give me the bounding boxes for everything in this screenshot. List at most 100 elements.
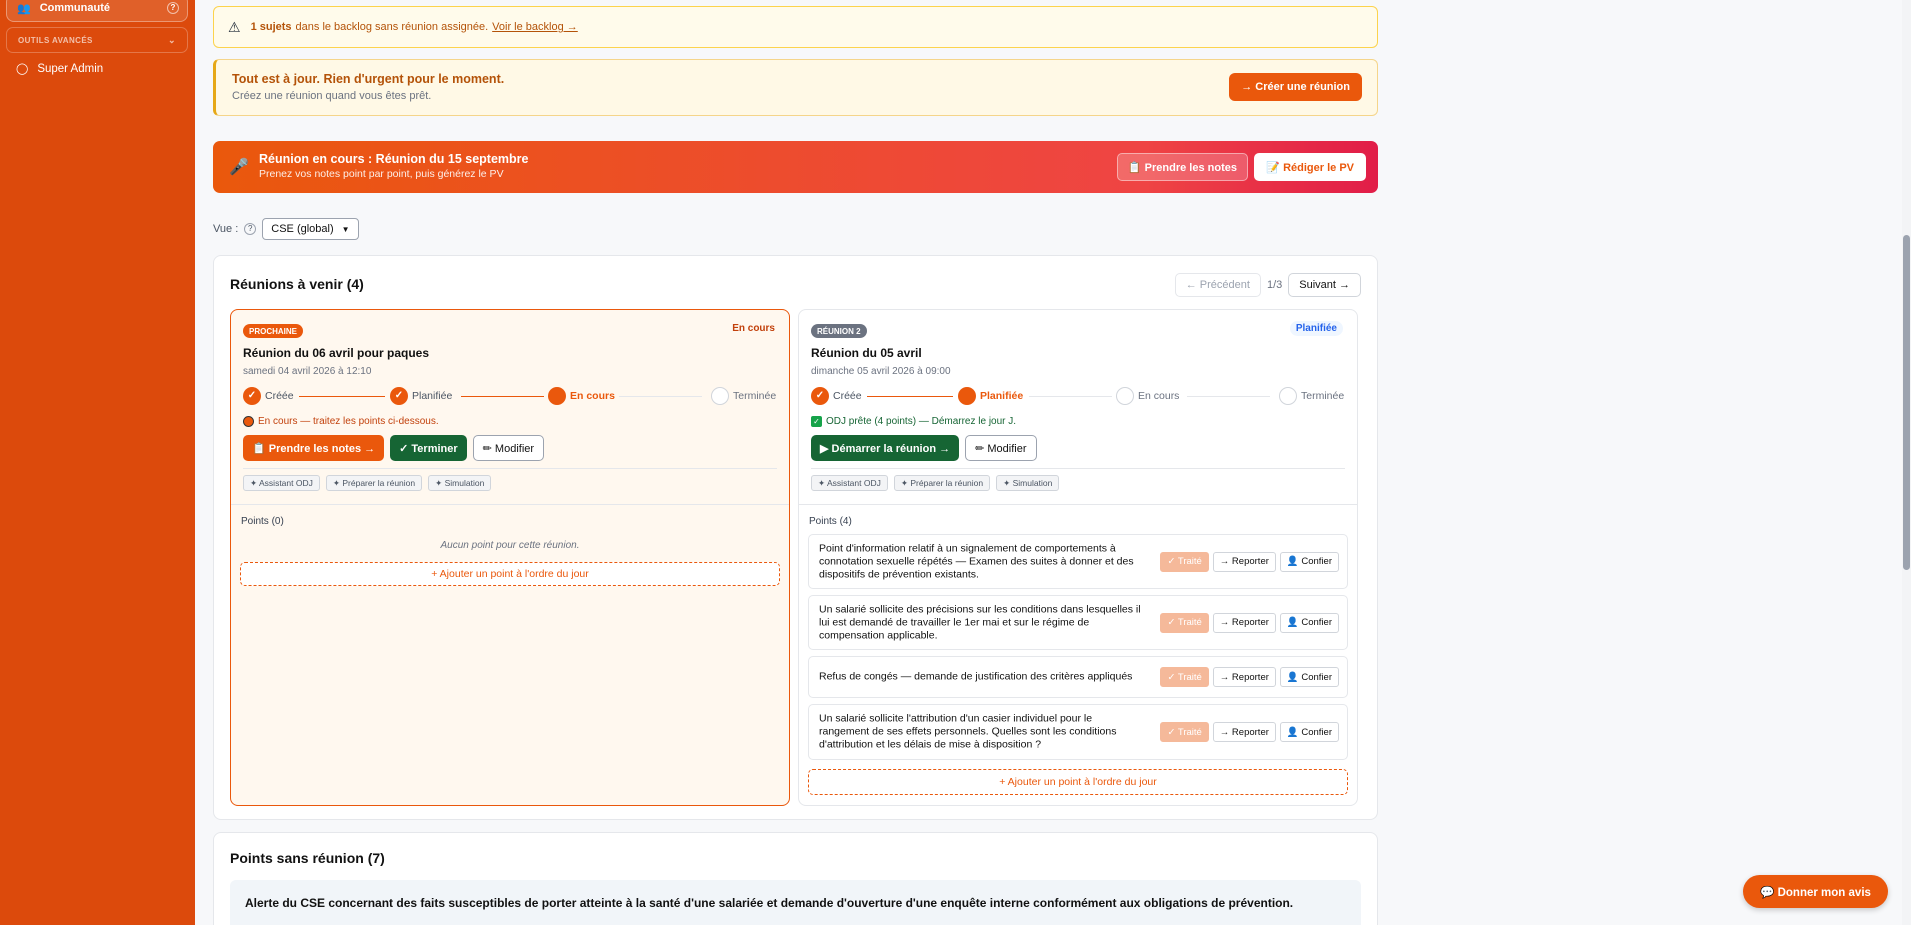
status-badge: En cours	[732, 323, 775, 334]
agenda-point-actions: ✓ Traité → Reporter 👤 Confier	[1160, 612, 1339, 633]
assistant-tools: ✦ Assistant ODJ ✦ Préparer la réunion ✦ …	[243, 475, 492, 491]
agenda-point: Point d'information relatif à un signale…	[808, 534, 1348, 589]
agenda-point-actions: ✓ Traité → Reporter 👤 Confier	[1160, 667, 1339, 687]
agenda-point-text: Refus de congés — demande de justificati…	[819, 670, 1133, 683]
points-title: Points (4)	[809, 516, 852, 527]
assistant-odj-button[interactable]: ✦ Assistant ODJ	[243, 475, 320, 491]
meeting-date: samedi 04 avril 2026 à 12:10	[243, 366, 372, 377]
status-note: En cours — traitez les points ci-dessous…	[243, 416, 439, 427]
users-icon: 👥	[17, 2, 31, 15]
chevron-down-icon: ⌄	[168, 34, 176, 45]
assign-button[interactable]: 👤 Confier	[1279, 612, 1339, 633]
view-filter: Vue : ? CSE (global) ▼	[213, 218, 359, 240]
view-backlog-link[interactable]: Voir le backlog →	[492, 21, 578, 33]
check-icon: ✓	[390, 387, 408, 405]
assign-button[interactable]: 👤 Confier	[1279, 722, 1339, 742]
scrollbar[interactable]	[1902, 0, 1911, 925]
upcoming-title: Réunions à venir (4)	[230, 276, 364, 292]
card-actions: ▶ Démarrer la réunion → ✏ Modifier	[811, 435, 1037, 461]
prepare-meeting-button[interactable]: ✦ Préparer la réunion	[325, 475, 423, 491]
prepare-meeting-button[interactable]: ✦ Préparer la réunion	[893, 475, 991, 491]
microphone-icon: 🎤	[229, 159, 249, 176]
take-notes-button[interactable]: 📋 Prendre les notes →	[243, 435, 385, 461]
start-meeting-button[interactable]: ▶ Démarrer la réunion →	[811, 435, 960, 461]
card-actions: 📋 Prendre les notes → ✓ Terminer ✏ Modif…	[243, 435, 545, 461]
progress-steps: ✓ Créée ✓ Planifiée En cours Terminée	[243, 386, 779, 406]
sidebar-item-communaute[interactable]: 👥 Communauté ?	[6, 0, 188, 22]
agenda-point: Refus de congés — demande de justificati…	[808, 656, 1348, 698]
agenda-point-text: Un salarié sollicite des précisions sur …	[819, 603, 1141, 641]
no-meeting-title: Points sans réunion (7)	[230, 850, 385, 866]
list-item[interactable]: Alerte du CSE concernant des faits susce…	[230, 880, 1361, 925]
sidebar-item-super-admin[interactable]: ◯ Super Admin	[16, 62, 104, 76]
postpone-button[interactable]: → Reporter	[1212, 722, 1276, 742]
step-label: Terminée	[733, 390, 777, 402]
postpone-button[interactable]: → Reporter	[1212, 667, 1276, 687]
simulation-button[interactable]: ✦ Simulation	[428, 475, 492, 491]
main-content: ⚠ 1 sujets dans le backlog sans réunion …	[195, 0, 1911, 925]
checkbox-icon: ✓	[811, 416, 822, 427]
agenda-point: Un salarié sollicite l'attribution d'un …	[808, 704, 1348, 760]
postpone-button[interactable]: → Reporter	[1212, 551, 1276, 572]
current-step-icon	[958, 387, 976, 405]
step-connector	[1187, 396, 1270, 397]
current-step-icon	[548, 387, 566, 405]
step-connector	[619, 396, 702, 397]
agenda-point-text: Point d'information relatif à un signale…	[819, 542, 1134, 580]
meeting-title: Réunion du 06 avril pour paques	[243, 346, 430, 360]
simulation-button[interactable]: ✦ Simulation	[996, 475, 1060, 491]
assistant-odj-button[interactable]: ✦ Assistant ODJ	[811, 475, 888, 491]
feedback-button[interactable]: 💬 Donner mon avis	[1743, 875, 1888, 908]
previous-button[interactable]: ← Précédent	[1174, 273, 1261, 297]
next-button[interactable]: Suivant →	[1288, 273, 1361, 297]
add-point-button[interactable]: + Ajouter un point à l'ordre du jour	[240, 562, 780, 586]
sidebar: 👥 Communauté ? OUTILS AVANCÉS ⌄ ◯ Super …	[0, 0, 195, 925]
agenda-point-text: Un salarié sollicite l'attribution d'un …	[819, 712, 1117, 751]
postpone-button[interactable]: → Reporter	[1212, 612, 1276, 633]
divider	[231, 504, 789, 505]
take-notes-button[interactable]: 📋 Prendre les notes	[1116, 153, 1248, 181]
sidebar-section-advanced-tools[interactable]: OUTILS AVANCÉS ⌄	[6, 27, 188, 53]
mark-treated-button[interactable]: ✓ Traité	[1160, 551, 1209, 572]
points-without-meeting-panel: Points sans réunion (7) Alerte du CSE co…	[213, 832, 1378, 925]
help-icon[interactable]: ?	[167, 2, 179, 14]
assign-button[interactable]: 👤 Confier	[1279, 551, 1339, 572]
help-icon[interactable]: ?	[244, 223, 257, 235]
chevron-down-icon: ▼	[341, 224, 350, 234]
step-label: En cours	[1138, 390, 1180, 402]
agenda-point-actions: ✓ Traité → Reporter 👤 Confier	[1160, 722, 1339, 742]
create-meeting-button[interactable]: → Créer une réunion	[1229, 73, 1362, 101]
check-icon: ✓	[243, 387, 261, 405]
step-label: En cours	[570, 390, 615, 402]
assign-button[interactable]: 👤 Confier	[1279, 667, 1339, 687]
meeting-title: Réunion du 05 avril	[811, 346, 922, 360]
mark-treated-button[interactable]: ✓ Traité	[1160, 667, 1209, 687]
mark-treated-button[interactable]: ✓ Traité	[1160, 722, 1209, 742]
step-label: Planifiée	[980, 390, 1024, 402]
edit-button[interactable]: ✏ Modifier	[472, 435, 545, 461]
backlog-text: dans le backlog sans réunion assignée.	[295, 21, 489, 33]
status-note: ✓ ODJ prête (4 points) — Démarrez le jou…	[811, 416, 1016, 427]
meeting-date: dimanche 05 avril 2026 à 09:00	[811, 366, 951, 377]
step-label: Planifiée	[412, 390, 453, 402]
mark-treated-button[interactable]: ✓ Traité	[1160, 612, 1209, 633]
scrollbar-thumb[interactable]	[1903, 235, 1910, 570]
meeting-card: PROCHAINE En cours Réunion du 06 avril p…	[230, 309, 790, 806]
view-filter-label: Vue :	[213, 223, 239, 235]
step-connector	[299, 396, 385, 397]
step-connector	[1029, 396, 1112, 397]
status-badge: Planifiée	[1289, 321, 1343, 336]
view-select[interactable]: CSE (global) ▼	[262, 218, 359, 240]
sidebar-item-label: Communauté	[39, 2, 110, 14]
edit-button[interactable]: ✏ Modifier	[965, 435, 1037, 461]
meeting-card: RÉUNION 2 Planifiée Réunion du 05 avril …	[798, 309, 1358, 806]
view-select-value: CSE (global)	[271, 223, 334, 235]
add-point-button[interactable]: + Ajouter un point à l'ordre du jour	[808, 769, 1348, 795]
meeting-number-badge: RÉUNION 2	[811, 324, 867, 338]
pending-step-icon	[1116, 387, 1134, 405]
write-pv-button[interactable]: 📝 Rédiger le PV	[1254, 153, 1366, 181]
sidebar-item-label: Super Admin	[37, 62, 104, 75]
status-note-text: ODJ prête (4 points) — Démarrez le jour …	[826, 416, 1017, 427]
finish-button[interactable]: ✓ Terminer	[390, 435, 467, 461]
pending-step-icon	[711, 387, 729, 405]
